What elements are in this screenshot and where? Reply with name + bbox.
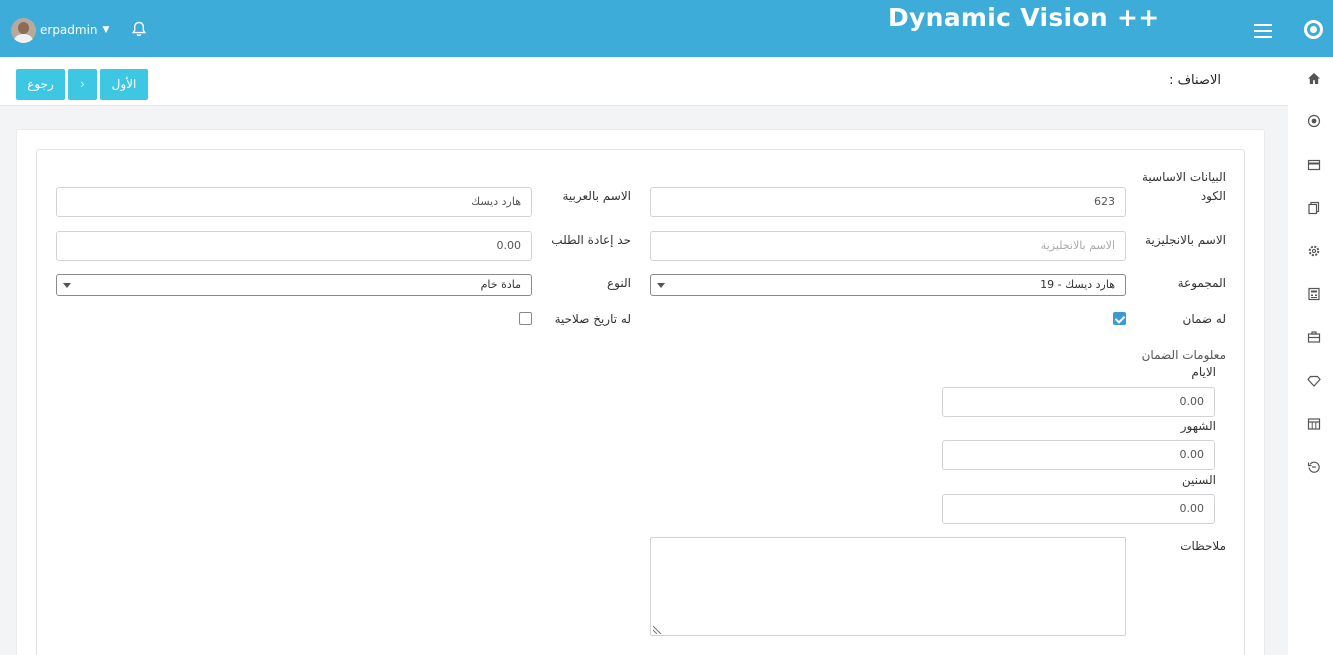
dropdown-arrow-icon <box>657 283 665 288</box>
top-header: erpadmin ▼ Dynamic Vision ++ <box>0 0 1288 57</box>
next-button[interactable]: › <box>68 69 97 100</box>
days-label: الايام <box>1191 365 1216 379</box>
resize-grip-icon[interactable] <box>653 625 662 634</box>
type-select[interactable]: مادة خام <box>56 274 532 296</box>
app-brand: Dynamic Vision ++ <box>888 3 1160 32</box>
months-label: الشهور <box>1180 419 1216 433</box>
name-ar-label: الاسم بالعربية <box>562 189 632 203</box>
expiry-checkbox[interactable] <box>519 312 532 325</box>
home-icon[interactable] <box>1307 72 1321 86</box>
copy-icon[interactable] <box>1307 201 1321 215</box>
section-title: البيانات الاساسية <box>1142 170 1226 184</box>
settings-icon[interactable] <box>1307 244 1321 258</box>
bell-icon[interactable] <box>130 20 148 38</box>
group-label: المجموعة <box>1177 276 1226 290</box>
table-icon[interactable] <box>1307 417 1321 431</box>
notes-label: ملاحظات <box>1180 539 1226 553</box>
notes-textarea[interactable] <box>650 537 1126 636</box>
diamond-icon[interactable] <box>1307 374 1321 388</box>
reorder-label: حد إعادة الطلب <box>551 233 631 247</box>
code-input[interactable]: 623 <box>650 187 1126 217</box>
name-ar-input[interactable]: هارد ديسك <box>56 187 532 217</box>
name-en-label: الاسم بالانجليزية <box>1145 233 1226 247</box>
page-toolbar: رجوع › الأول الاصناف : <box>0 57 1288 106</box>
years-input[interactable]: 0.00 <box>942 494 1215 524</box>
chevron-down-icon: ▼ <box>102 25 110 35</box>
coin-icon[interactable] <box>1307 114 1321 128</box>
type-label: النوع <box>607 276 631 290</box>
back-button[interactable]: رجوع <box>16 69 65 100</box>
expiry-label: له تاريخ صلاحية <box>554 312 631 326</box>
first-button[interactable]: الأول <box>100 69 148 100</box>
calculator-icon[interactable] <box>1307 287 1321 301</box>
card-icon[interactable] <box>1307 158 1321 172</box>
reorder-input[interactable]: 0.00 <box>56 231 532 261</box>
months-input[interactable]: 0.00 <box>942 440 1215 470</box>
logo[interactable] <box>1288 0 1333 57</box>
warranty-info-title: معلومات الضمان <box>1141 348 1226 362</box>
warranty-label: له ضمان <box>1182 312 1227 326</box>
briefcase-icon[interactable] <box>1307 330 1321 344</box>
warranty-checkbox[interactable] <box>1113 312 1126 325</box>
name-en-input[interactable]: الاسم بالانجليزية <box>650 231 1126 261</box>
days-input[interactable]: 0.00 <box>942 387 1215 417</box>
user-name: erpadmin <box>40 23 98 37</box>
code-label: الكود <box>1200 189 1226 203</box>
menu-toggle-icon[interactable] <box>1254 24 1272 38</box>
group-select-value: هارد ديسك - 19 <box>1040 278 1115 291</box>
right-sidebar <box>1288 0 1333 655</box>
years-label: السنين <box>1181 473 1216 487</box>
type-select-value: مادة خام <box>480 278 521 291</box>
dropdown-arrow-icon <box>63 283 71 288</box>
page-title: الاصناف : <box>1169 73 1221 88</box>
avatar <box>11 17 36 43</box>
group-select[interactable]: هارد ديسك - 19 <box>650 274 1126 296</box>
logout-icon[interactable] <box>1307 460 1321 474</box>
user-menu[interactable]: erpadmin ▼ <box>11 17 109 43</box>
